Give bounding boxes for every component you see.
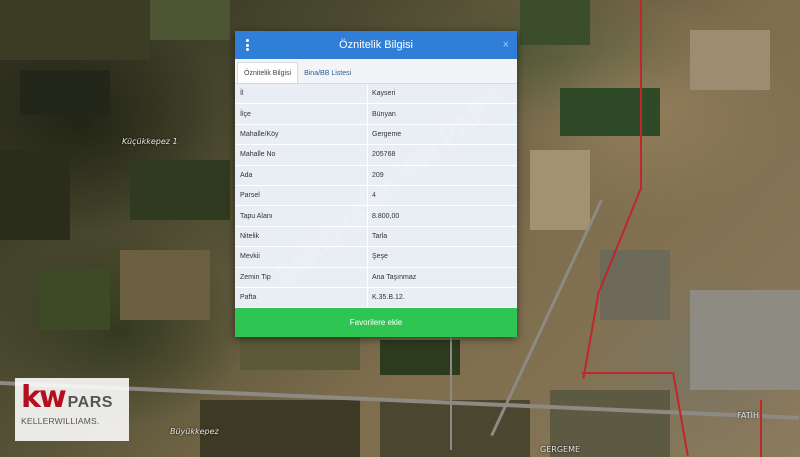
row-value: Ana Taşınmaz	[372, 273, 417, 281]
table-row: Parsel 4	[235, 185, 517, 207]
row-value: 209	[372, 171, 384, 179]
tab-attribute-info[interactable]: Öznitelik Bilgisi	[237, 62, 299, 83]
row-key: Mevkii	[235, 247, 368, 267]
row-key: İl	[235, 84, 368, 104]
popup-tabs: Öznitelik Bilgisi Bina/BB Listesi	[235, 59, 517, 84]
attribute-table: İl Kayseri İlçe Bünyan Mahalle/Köy Gergeme …	[235, 84, 517, 309]
table-row: Nitelik Tarla	[235, 226, 517, 248]
row-key: Mahalle/Köy	[235, 124, 368, 145]
table-row: Zemin Tip Ana Taşınmaz	[235, 267, 517, 288]
row-value: Tarla	[372, 232, 388, 240]
map-field	[200, 400, 360, 457]
map-field	[520, 0, 590, 45]
map-field	[0, 150, 70, 240]
logo-top: kw PARS	[21, 380, 125, 415]
row-value: 205768	[372, 151, 396, 159]
row-key: Mahalle No	[235, 145, 368, 165]
row-value: 4	[372, 192, 376, 200]
kw-pars-logo: kw PARS KELLERWILLIAMS.	[15, 378, 129, 441]
map-field	[380, 340, 460, 375]
map-field	[690, 290, 800, 390]
road	[450, 330, 452, 450]
row-value: Kayseri	[372, 90, 396, 98]
logo-pars: PARS	[67, 394, 113, 411]
map-field	[20, 70, 110, 115]
map-field	[40, 270, 110, 330]
map-field	[560, 88, 660, 136]
row-key: Zemin Tip	[235, 267, 368, 287]
row-key: İlçe	[235, 104, 368, 124]
popup-header: Öznitelik Bilgisi ×	[235, 31, 517, 59]
row-value: K.35.B.12.	[372, 294, 405, 302]
attribute-info-popup: Öznitelik Bilgisi × Öznitelik Bilgisi Bi…	[235, 31, 517, 338]
boundary-line	[582, 289, 600, 379]
table-row: Ada 209	[235, 165, 517, 186]
map-label: FATİH	[737, 411, 759, 420]
table-row: Tapu Alanı 8.800,00	[235, 206, 517, 227]
tab-building-list[interactable]: Bina/BB Listesi	[298, 63, 357, 83]
table-row: İlçe Bünyan	[235, 104, 517, 125]
map-field	[690, 30, 770, 90]
row-value: 8.800,00	[372, 212, 400, 220]
close-icon[interactable]: ×	[503, 38, 509, 52]
map-field	[380, 400, 530, 457]
row-key: Nitelik	[235, 226, 368, 247]
boundary-line	[760, 400, 762, 457]
map-label: GERGEME	[540, 445, 581, 454]
row-key: Pafta	[235, 287, 368, 308]
popup-title: Öznitelik Bilgisi	[339, 39, 413, 51]
table-row: Mahalle No 205768	[235, 145, 517, 166]
map-field	[530, 150, 590, 230]
table-row: İl Kayseri	[235, 84, 517, 105]
map-field	[150, 0, 230, 40]
map-field	[0, 0, 150, 60]
row-key: Ada	[235, 165, 368, 185]
map-field	[120, 250, 210, 320]
map-field	[130, 160, 230, 220]
more-options-icon[interactable]	[244, 39, 250, 51]
table-row: Mahalle/Köy Gergeme	[235, 124, 517, 146]
boundary-line	[640, 0, 642, 190]
row-key: Parsel	[235, 185, 368, 206]
row-value: Bünyan	[372, 110, 396, 118]
table-row: Mevkii Şeşe	[235, 247, 517, 268]
row-value: Şeşe	[372, 253, 388, 261]
row-value: Gergeme	[372, 130, 402, 138]
row-key: Tapu Alanı	[235, 206, 368, 226]
boundary-line	[582, 372, 672, 374]
table-row: Pafta K.35.B.12.	[235, 287, 517, 309]
map-label: Büyükkepez	[170, 427, 219, 436]
logo-kw: kw	[21, 380, 67, 415]
logo-keller-williams: KELLERWILLIAMS.	[21, 416, 100, 426]
map-label: Küçükkepez 1	[122, 137, 178, 146]
add-to-favorites-button[interactable]: Favorilere ekle	[235, 308, 517, 338]
